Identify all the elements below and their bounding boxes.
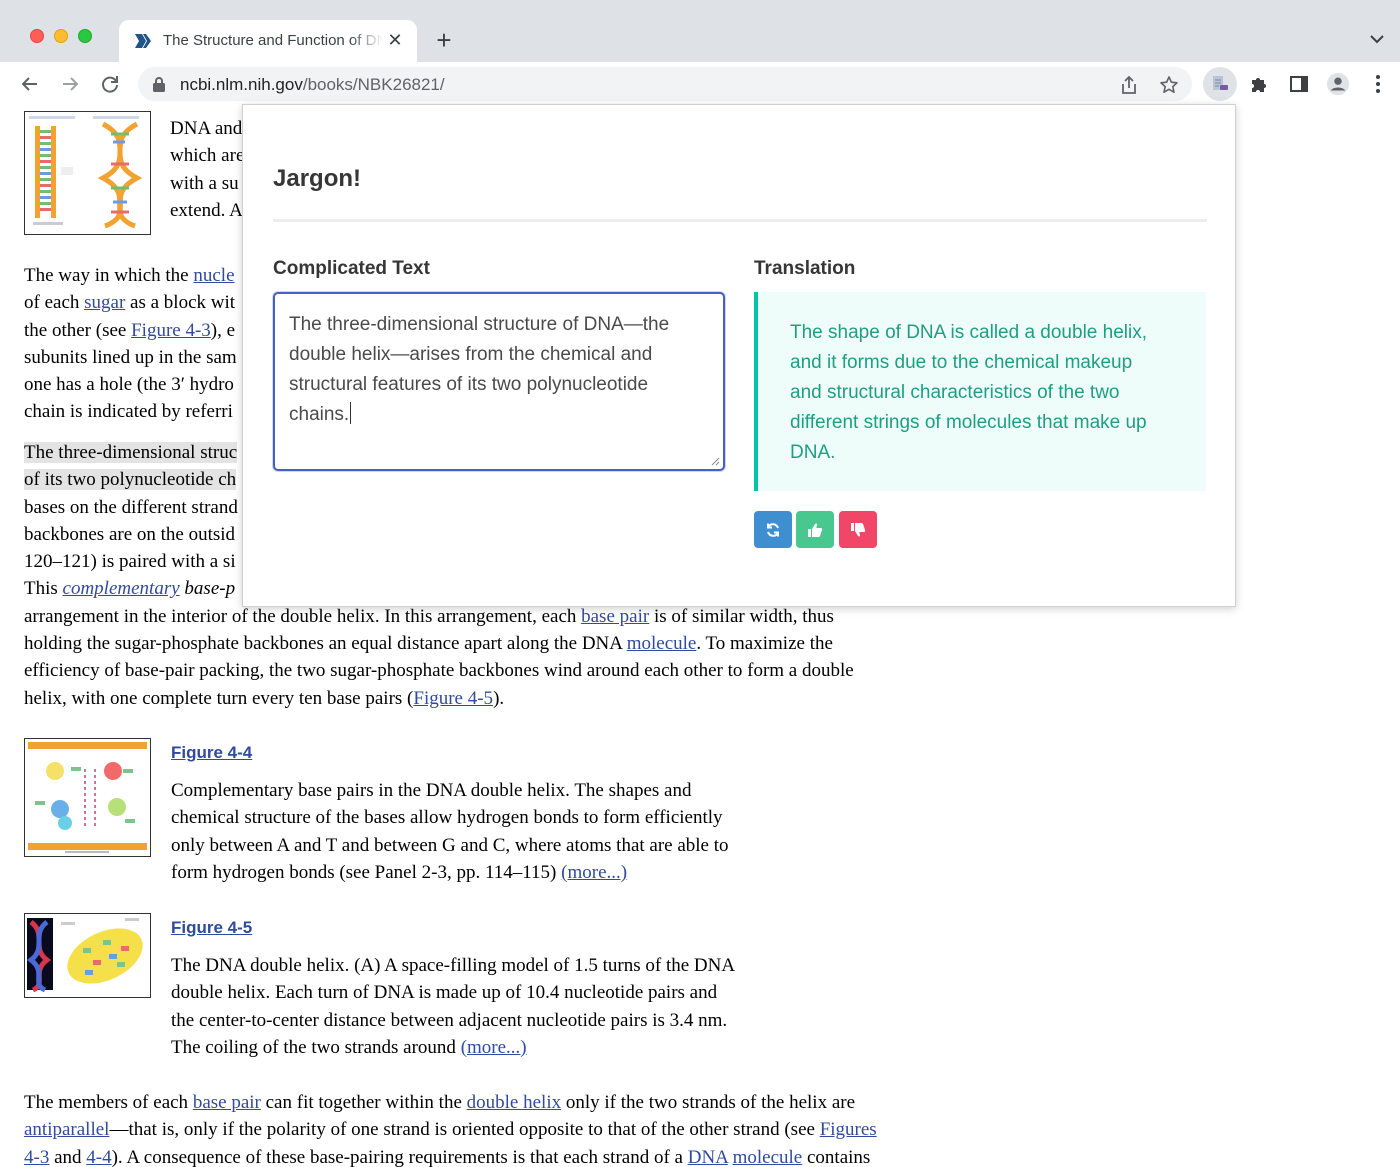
tab-title: The Structure and Function of DNA — [163, 32, 383, 49]
extensions-puzzle-icon[interactable] — [1247, 72, 1271, 96]
bookmark-star-icon[interactable] — [1158, 74, 1180, 96]
link-dna[interactable]: DNA — [688, 1147, 728, 1167]
figure-4-3-thumbnail[interactable] — [24, 111, 151, 235]
new-tab-button[interactable]: + — [430, 26, 458, 54]
reload-icon[interactable] — [98, 72, 122, 96]
thumbs-down-icon — [851, 522, 866, 537]
tab-search-chevron-icon[interactable] — [1368, 30, 1386, 48]
refresh-icon — [767, 522, 779, 537]
link-sugar[interactable]: sugar — [84, 292, 125, 313]
resize-grip-icon[interactable] — [710, 456, 720, 466]
complicated-text-input[interactable]: The three-dimensional structure of DNA—t… — [273, 292, 725, 471]
url-text[interactable]: ncbi.nlm.nih.gov/books/NBK26821/ — [180, 75, 445, 95]
link-figure-4-3-ref[interactable]: 4-3 — [24, 1147, 49, 1167]
back-icon[interactable] — [18, 72, 42, 96]
link-molecule[interactable]: molecule — [733, 1147, 803, 1167]
figure-4-4-thumbnail[interactable] — [24, 738, 151, 857]
tab-close-icon[interactable]: ✕ — [385, 30, 405, 50]
maximize-window-button[interactable] — [78, 29, 92, 43]
selected-text: The three-dimensional struc — [24, 442, 238, 463]
retranslate-button[interactable] — [754, 511, 792, 548]
thumbs-down-button[interactable] — [839, 511, 877, 548]
address-bar[interactable]: ncbi.nlm.nih.gov/books/NBK26821/ — [138, 67, 1192, 101]
link-complementary[interactable]: complementary — [63, 578, 180, 599]
active-tab[interactable]: The Structure and Function of DNA ✕ — [119, 20, 417, 62]
browser-menu-icon[interactable] — [1366, 72, 1390, 96]
profile-avatar-icon[interactable] — [1326, 72, 1350, 96]
figure-4-5-thumbnail[interactable] — [24, 913, 151, 998]
link-figures[interactable]: Figures — [820, 1119, 877, 1140]
link-molecule[interactable]: molecule — [627, 633, 697, 654]
link-base-pair[interactable]: base pair — [193, 1092, 261, 1113]
link-base-pair[interactable]: base pair — [581, 606, 649, 627]
text-caret — [350, 402, 352, 424]
link-double-helix[interactable]: double helix — [467, 1092, 561, 1113]
jargon-extension-popup: Jargon! Complicated Text Translation The… — [242, 104, 1236, 607]
figure-4-4-link[interactable]: Figure 4-4 — [171, 739, 252, 766]
thumbs-up-button[interactable] — [796, 511, 834, 548]
forward-icon[interactable] — [58, 72, 82, 96]
translation-output: The shape of DNA is called a double heli… — [754, 292, 1206, 491]
share-icon[interactable] — [1118, 74, 1140, 96]
figure-4-5-link[interactable]: Figure 4-5 — [171, 914, 252, 941]
lock-icon[interactable] — [152, 76, 166, 92]
link-antiparallel[interactable]: antiparallel — [24, 1119, 109, 1140]
thumbs-up-icon — [808, 522, 823, 537]
link-nucleotide[interactable]: nucle — [193, 265, 234, 286]
figure-4-5-more-link[interactable]: (more...) — [461, 1037, 527, 1058]
link-figure-4-4-ref[interactable]: 4-4 — [86, 1147, 111, 1167]
toolbar: ncbi.nlm.nih.gov/books/NBK26821/ — [0, 62, 1400, 106]
browser-chrome: The Structure and Function of DNA ✕ + nc… — [0, 0, 1400, 106]
figure-4-4-caption: Complementary base pairs in the DNA doub… — [171, 780, 729, 883]
paragraph-antiparallel: The members of each base pair can fit to… — [24, 1092, 877, 1167]
figure-4-4-more-link[interactable]: (more...) — [561, 862, 627, 883]
divider — [273, 219, 1207, 222]
close-window-button[interactable] — [30, 29, 44, 43]
selected-text: of its two polynucleotide ch — [24, 469, 237, 491]
tab-strip: The Structure and Function of DNA ✕ + — [0, 0, 1400, 62]
figure-4-5-caption: The DNA double helix. (A) A space-fillin… — [171, 955, 736, 1058]
side-panel-icon[interactable] — [1287, 72, 1311, 96]
minimize-window-button[interactable] — [54, 29, 68, 43]
popup-title: Jargon! — [273, 165, 362, 192]
complicated-text-label: Complicated Text — [273, 258, 430, 279]
ncbi-bookshelf-icon — [135, 34, 151, 48]
jargon-extension-icon[interactable] — [1203, 67, 1237, 101]
translation-label: Translation — [754, 258, 856, 279]
link-figure-4-5-inline[interactable]: Figure 4-5 — [413, 688, 493, 709]
link-figure-4-3[interactable]: Figure 4-3 — [131, 320, 211, 341]
